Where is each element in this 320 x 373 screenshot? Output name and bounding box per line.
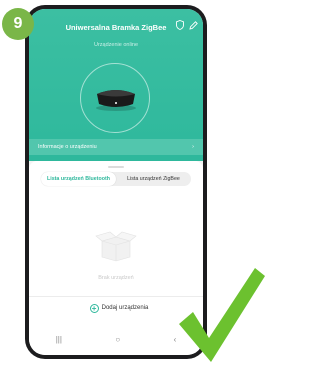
edit-icon[interactable] (189, 20, 198, 30)
checkmark-icon (175, 262, 267, 368)
device-list-tabs: Lista urządzeń Bluetooth Lista urządzeń … (41, 172, 191, 186)
tab-bluetooth-devices[interactable]: Lista urządzeń Bluetooth (41, 172, 116, 186)
shield-icon[interactable] (176, 20, 185, 30)
chevron-right-icon: › (192, 144, 194, 150)
device-status: Urządzenie online (93, 42, 139, 48)
home-icon[interactable]: ○ (115, 335, 120, 344)
add-devices-button[interactable]: + Dodaj urządzenia (79, 302, 159, 314)
recent-apps-icon[interactable]: ||| (56, 335, 62, 344)
tab-zigbee-devices[interactable]: Lista urządzeń ZigBee (116, 172, 191, 186)
gateway-device-icon (91, 86, 141, 112)
add-devices-label: Dodaj urządzenia (101, 305, 149, 311)
plus-circle-icon: + (89, 303, 99, 313)
empty-box-icon (92, 227, 140, 263)
sheet-drag-handle[interactable] (108, 166, 124, 168)
device-info-row[interactable]: Informacje o urządzeniu › (29, 139, 203, 155)
step-number-badge: 9 (2, 8, 34, 40)
device-info-label: Informacje o urządzeniu (38, 144, 97, 150)
